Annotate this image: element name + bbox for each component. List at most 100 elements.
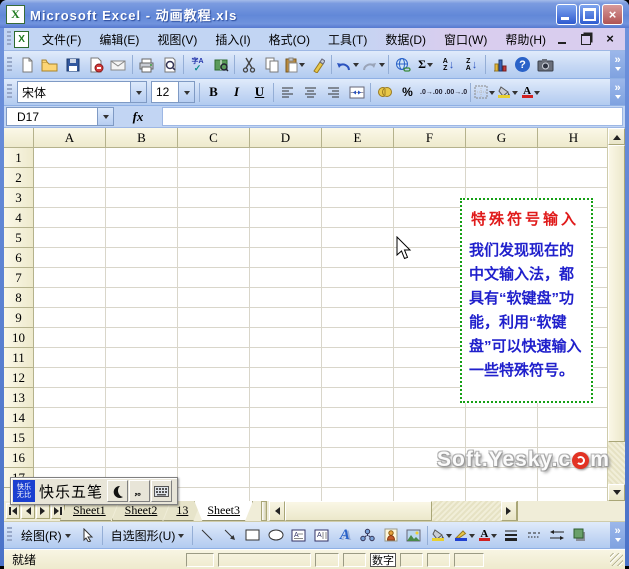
first-sheet-button[interactable] xyxy=(6,503,20,519)
previous-sheet-button[interactable] xyxy=(21,503,35,519)
save-button[interactable] xyxy=(61,54,84,76)
punctuation-toggle-button[interactable]: ，。 xyxy=(129,480,151,502)
menu-item[interactable]: 插入(I) xyxy=(206,28,259,50)
menu-item[interactable]: 文件(F) xyxy=(33,28,90,50)
toolbar-grip[interactable] xyxy=(7,31,12,47)
merge-center-button[interactable] xyxy=(345,81,368,103)
print-button[interactable] xyxy=(135,54,158,76)
draw-menu-button[interactable]: 绘图(R) xyxy=(15,524,77,546)
underline-button[interactable]: U xyxy=(248,81,271,103)
name-box[interactable]: D17 xyxy=(6,107,97,126)
minimize-button[interactable] xyxy=(556,3,577,25)
close-button[interactable]: × xyxy=(602,3,623,25)
open-button[interactable] xyxy=(38,54,61,76)
menu-item[interactable]: 窗口(W) xyxy=(435,28,496,50)
insert-picture-button[interactable] xyxy=(402,524,425,546)
formula-input[interactable] xyxy=(162,107,623,126)
maximize-button[interactable] xyxy=(579,3,600,25)
font-name-dropdown[interactable] xyxy=(130,82,146,102)
name-box-dropdown[interactable] xyxy=(97,107,114,126)
paste-dropdown[interactable] xyxy=(299,63,305,70)
tab-split-handle[interactable] xyxy=(261,501,268,521)
undo-dropdown[interactable] xyxy=(353,63,359,70)
hyperlink-button[interactable] xyxy=(391,54,414,76)
ime-bar[interactable]: 快乐 无比 快乐五笔 ，。 xyxy=(10,477,178,505)
row-header[interactable]: 2 xyxy=(4,168,34,188)
spelling-button[interactable]: 字A ✓ xyxy=(186,54,209,76)
autosum-dropdown[interactable] xyxy=(426,63,433,70)
dash-style-button[interactable] xyxy=(522,524,545,546)
bold-button[interactable]: B xyxy=(202,81,225,103)
column-header[interactable]: E xyxy=(322,128,394,148)
row-header[interactable]: 14 xyxy=(4,408,34,428)
scroll-up-button[interactable] xyxy=(608,128,625,145)
toolbar-grip[interactable] xyxy=(7,56,12,73)
shape-fill-color-button[interactable] xyxy=(430,524,453,546)
arrow-style-button[interactable] xyxy=(545,524,568,546)
text-box-button[interactable]: A xyxy=(287,524,310,546)
menu-item[interactable]: 数据(D) xyxy=(376,28,435,50)
column-header[interactable]: C xyxy=(178,128,250,148)
borders-button[interactable] xyxy=(473,81,496,103)
line-style-button[interactable] xyxy=(499,524,522,546)
row-header[interactable]: 11 xyxy=(4,348,34,368)
camera-button[interactable] xyxy=(534,54,557,76)
chart-wizard-button[interactable] xyxy=(488,54,511,76)
toolbar-options-button[interactable]: » xyxy=(610,522,625,548)
row-header[interactable]: 3 xyxy=(4,188,34,208)
fill-color-button[interactable] xyxy=(496,81,519,103)
redo-dropdown[interactable] xyxy=(379,63,385,70)
row-header[interactable]: 9 xyxy=(4,308,34,328)
menu-item[interactable]: 编辑(E) xyxy=(90,28,148,50)
font-name-combo[interactable]: 宋体 xyxy=(17,81,147,103)
permission-button[interactable] xyxy=(84,54,107,76)
workbook-minimize-button[interactable] xyxy=(555,33,569,45)
paste-button[interactable] xyxy=(283,54,306,76)
toolbar-grip[interactable] xyxy=(7,84,12,100)
autoshapes-menu-button[interactable]: 自选图形(U) xyxy=(105,524,191,546)
borders-dropdown[interactable] xyxy=(489,90,496,98)
row-header[interactable]: 15 xyxy=(4,428,34,448)
cut-button[interactable] xyxy=(237,54,260,76)
row-header[interactable]: 12 xyxy=(4,368,34,388)
vertical-text-box-button[interactable]: A xyxy=(310,524,333,546)
align-center-button[interactable] xyxy=(299,81,322,103)
column-header[interactable]: F xyxy=(394,128,466,148)
research-button[interactable] xyxy=(209,54,232,76)
insert-function-button[interactable]: fx xyxy=(133,109,144,125)
scroll-left-button[interactable] xyxy=(269,501,286,521)
menu-item[interactable]: 帮助(H) xyxy=(496,28,555,50)
toolbar-grip[interactable] xyxy=(7,527,12,543)
fullwidth-toggle-button[interactable] xyxy=(107,480,129,502)
row-header[interactable]: 6 xyxy=(4,248,34,268)
toolbar-options-button[interactable]: » xyxy=(610,79,625,105)
soft-keyboard-button[interactable] xyxy=(151,480,173,502)
row-header[interactable]: 7 xyxy=(4,268,34,288)
decrease-decimal-button[interactable]: .00→.0 xyxy=(444,81,469,103)
redo-button[interactable] xyxy=(360,54,386,76)
format-painter-button[interactable] xyxy=(306,54,329,76)
row-header[interactable]: 8 xyxy=(4,288,34,308)
toolbar-options-button[interactable]: » xyxy=(610,51,625,78)
increase-decimal-button[interactable]: .0→.00 xyxy=(419,81,444,103)
font-color-button[interactable]: A xyxy=(519,81,542,103)
copy-button[interactable] xyxy=(260,54,283,76)
row-header[interactable]: 1 xyxy=(4,148,34,168)
select-objects-button[interactable] xyxy=(77,524,100,546)
row-header[interactable]: 16 xyxy=(4,448,34,468)
scroll-right-button[interactable] xyxy=(501,501,518,521)
wordart-button[interactable]: A xyxy=(333,524,356,546)
clip-art-button[interactable] xyxy=(379,524,402,546)
sort-descending-button[interactable]: Z A ↓ xyxy=(460,54,483,76)
undo-button[interactable] xyxy=(334,54,360,76)
column-header[interactable]: G xyxy=(466,128,538,148)
column-header[interactable]: A xyxy=(34,128,106,148)
sheet-tab[interactable]: Sheet3 xyxy=(194,501,253,521)
menu-item[interactable]: 格式(O) xyxy=(260,28,319,50)
new-button[interactable] xyxy=(15,54,38,76)
select-all-corner[interactable] xyxy=(4,128,34,148)
sort-ascending-button[interactable]: A Z ↓ xyxy=(437,54,460,76)
line-color-dropdown[interactable] xyxy=(469,533,476,541)
arrow-button[interactable] xyxy=(218,524,241,546)
email-button[interactable] xyxy=(107,54,130,76)
